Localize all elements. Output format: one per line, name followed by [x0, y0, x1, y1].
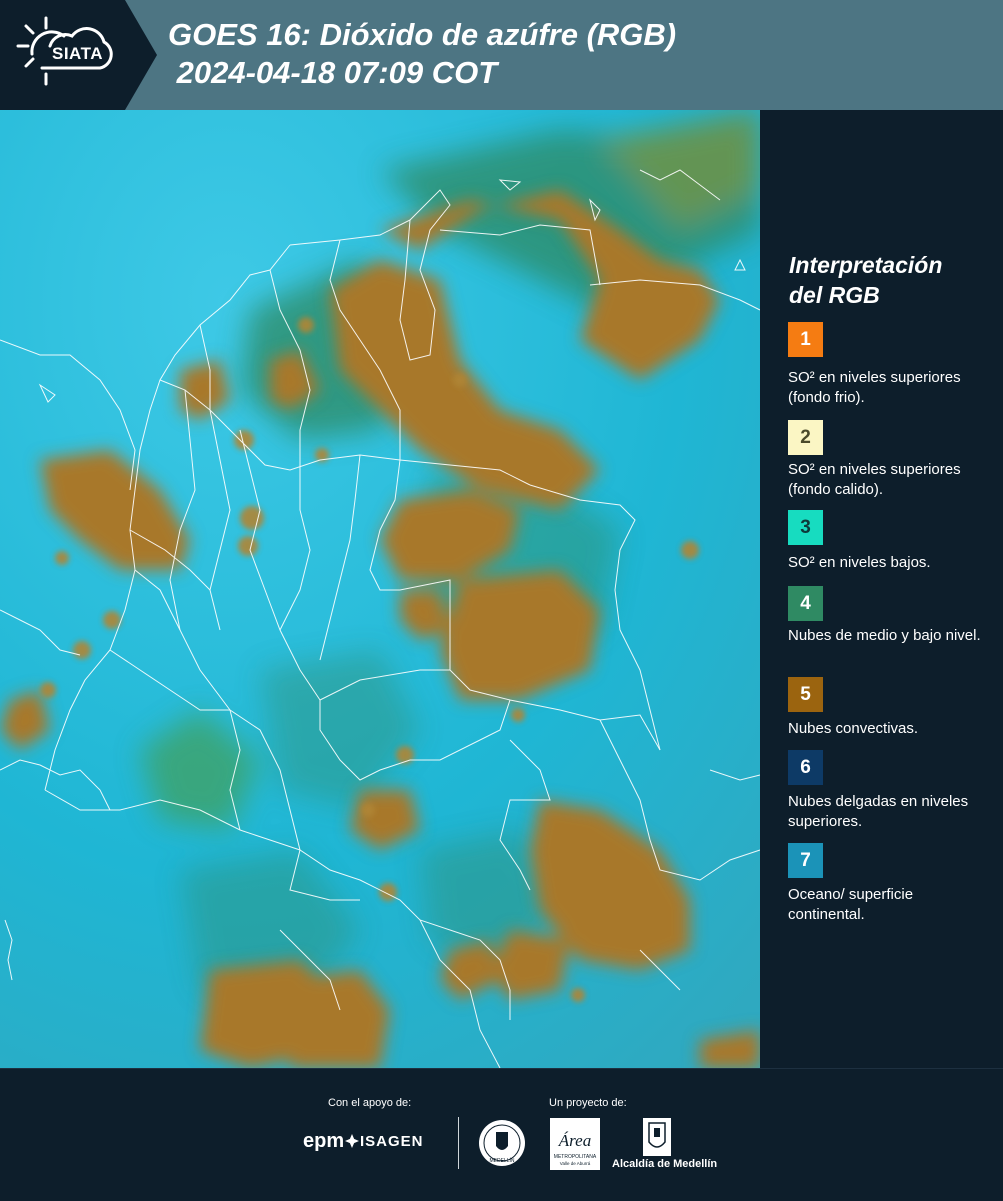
footer-divider: [458, 1117, 459, 1169]
legend-desc-1: SO² en niveles superiores (fondo frio).: [788, 369, 961, 406]
title-timestamp: 2024-04-18 07:09 COT: [168, 55, 498, 90]
legend-desc-6: Nubes delgadas en niveles superiores.: [788, 793, 969, 830]
area-metropolitana-logo: Área METROPOLITANA Valle de Aburrá: [550, 1118, 600, 1170]
isagen-logo: ISAGEN: [360, 1133, 424, 1150]
legend-swatch-2: 2: [788, 420, 823, 455]
title-product: GOES 16: Dióxido de azúfre (RGB): [168, 17, 677, 52]
project-label: Un proyecto de:: [549, 1097, 627, 1109]
legend-desc-4: Nubes de medio y bajo nivel.: [788, 627, 981, 644]
logo-chevron: [125, 0, 157, 110]
alcaldia-shield-icon: [643, 1118, 671, 1156]
area-logo-text: Área: [558, 1131, 591, 1150]
legend-swatch-4: 4: [788, 586, 823, 621]
legend-swatch-3: 3: [788, 510, 823, 545]
header-bar: SIATA GOES 16: Dióxido de azúfre (RGB) 2…: [0, 0, 1003, 110]
support-label: Con el apoyo de:: [328, 1097, 412, 1109]
area-logo-sub2: Valle de Aburrá: [560, 1161, 591, 1166]
medellin-seal-icon: MEDELLÍN: [479, 1120, 525, 1166]
legend-swatch-7: 7: [788, 843, 823, 878]
legend-swatch-5: 5: [788, 677, 823, 712]
isagen-mark-icon: [345, 1134, 359, 1148]
legend-title: Interpretación del RGB: [789, 252, 943, 308]
legend-desc-5: Nubes convectivas.: [788, 720, 919, 737]
seal-text: MEDELLÍN: [489, 1157, 514, 1164]
map-canvas: [0, 110, 760, 1068]
alcaldia-logo-text: Alcaldía de Medellín: [612, 1158, 718, 1170]
legend-swatch-1: 1: [788, 322, 823, 357]
legend-desc-7: Oceano/ superficie continental.: [788, 886, 914, 923]
satellite-map[interactable]: [0, 110, 760, 1068]
siata-logo: SIATA: [0, 0, 125, 110]
logo-text: SIATA: [52, 44, 103, 63]
legend-panel: Interpretación del RGB 1 SO² en niveles …: [760, 110, 1003, 1068]
area-logo-sub: METROPOLITANA: [554, 1154, 597, 1160]
legend-desc-2: SO² en niveles superiores (fondo calido)…: [788, 461, 961, 498]
legend-desc-3: SO² en niveles bajos.: [788, 554, 931, 571]
epm-logo: epm: [303, 1130, 345, 1152]
page-title: GOES 16: Dióxido de azúfre (RGB) 2024-04…: [168, 16, 676, 92]
legend-swatch-6: 6: [788, 750, 823, 785]
